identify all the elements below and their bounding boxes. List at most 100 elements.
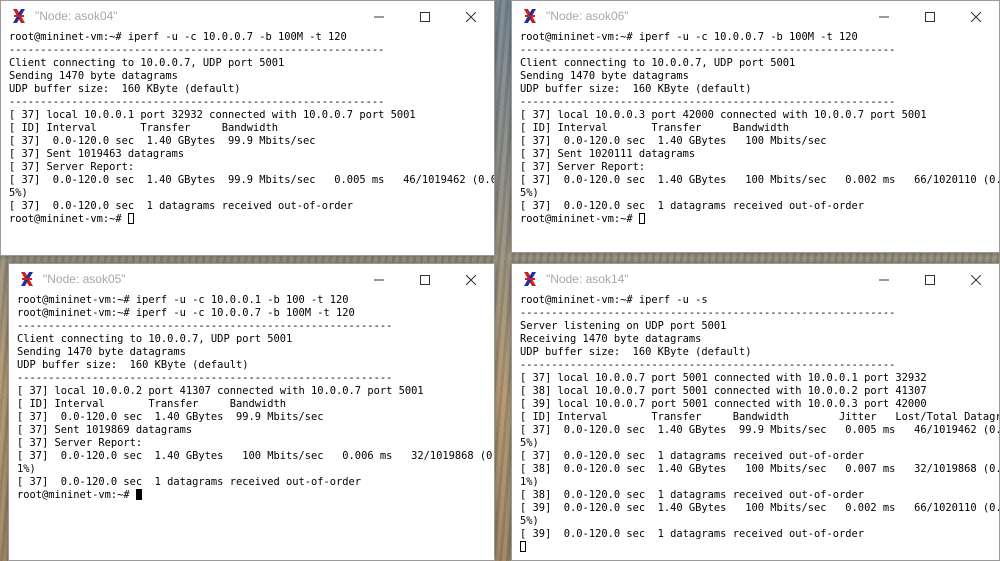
minimize-button[interactable] — [356, 1, 402, 31]
terminal-line: Server listening on UDP port 5001 — [520, 320, 727, 332]
terminal-output[interactable]: root@mininet-vm:~# iperf -u -c 10.0.0.7 … — [1, 31, 494, 226]
terminal-output[interactable]: root@mininet-vm:~# iperf -u -c 10.0.0.7 … — [512, 31, 999, 226]
x11-x-icon — [19, 271, 35, 287]
maximize-button[interactable] — [907, 1, 953, 31]
terminal-line: [ 37] 0.0-120.0 sec 1.40 GBytes 99.9 Mbi… — [520, 424, 1000, 436]
minimize-button[interactable] — [861, 264, 907, 294]
terminal-line: [ 37] local 10.0.0.7 port 5001 connected… — [520, 372, 927, 384]
maximize-icon — [420, 7, 430, 26]
terminal-line: [ 37] Server Report: — [520, 161, 646, 173]
titlebar[interactable]: "Node: asok06" — [512, 1, 999, 31]
terminal-line: [ 39] local 10.0.0.7 port 5001 connected… — [520, 398, 927, 410]
titlebar[interactable]: "Node: asok05" — [9, 264, 494, 294]
terminal-line: root@mininet-vm:~# iperf -u -c 10.0.0.7 … — [520, 31, 858, 43]
terminal-line: ----------------------------------------… — [17, 372, 393, 384]
terminal-line: [ 39] 0.0-120.0 sec 1.40 GBytes 100 Mbit… — [520, 502, 1000, 514]
maximize-button[interactable] — [402, 264, 448, 294]
terminal-window-asok04[interactable]: "Node: asok04" root@mininet-vm:~# iperf … — [0, 0, 495, 256]
terminal-line: ----------------------------------------… — [9, 96, 385, 108]
terminal-line: [ 39] 0.0-120.0 sec 1 datagrams received… — [520, 528, 865, 540]
terminal-line: [ 37] 0.0-120.0 sec 1.40 GBytes 100 Mbit… — [520, 174, 1000, 186]
terminal-line: [ 37] 0.0-120.0 sec 1 datagrams received… — [9, 200, 354, 212]
terminal-line: UDP buffer size: 160 KByte (default) — [17, 359, 249, 371]
terminal-line: [ 37] 0.0-120.0 sec 1 datagrams received… — [520, 450, 865, 462]
terminal-line: ----------------------------------------… — [9, 44, 385, 56]
x11-x-icon — [522, 271, 538, 287]
close-icon — [465, 270, 477, 289]
terminal-line: Sending 1470 byte datagrams — [17, 346, 186, 358]
terminal-line: [ 37] 0.0-120.0 sec 1.40 GBytes 99.9 Mbi… — [17, 411, 324, 423]
terminal-line: root@mininet-vm:~# iperf -u -c 10.0.0.7 … — [17, 307, 355, 319]
shell-prompt: root@mininet-vm:~# — [17, 489, 136, 501]
terminal-line: UDP buffer size: 160 KByte (default) — [520, 83, 752, 95]
terminal-line: [ 37] Server Report: — [9, 161, 135, 173]
prompt-line[interactable]: root@mininet-vm:~# — [17, 489, 494, 502]
terminal-output[interactable]: root@mininet-vm:~# iperf -u -c 10.0.0.1 … — [9, 294, 494, 502]
terminal-line: [ 37] 0.0-120.0 sec 1.40 GBytes 100 Mbit… — [520, 135, 827, 147]
maximize-button[interactable] — [402, 1, 448, 31]
terminal-line: [ 37] Sent 1019463 datagrams — [9, 148, 185, 160]
shell-prompt: root@mininet-vm:~# — [520, 213, 639, 225]
window-title: "Node: asok05" — [43, 272, 126, 286]
terminal-window-asok06[interactable]: "Node: asok06" root@mininet-vm:~# iperf … — [511, 0, 1000, 253]
terminal-line: Client connecting to 10.0.0.7, UDP port … — [9, 57, 285, 69]
close-icon — [465, 7, 477, 26]
terminal-line: root@mininet-vm:~# iperf -u -c 10.0.0.1 … — [17, 294, 349, 306]
terminal-line: [ 37] 0.0-120.0 sec 1 datagrams received… — [520, 200, 865, 212]
terminal-line: Client connecting to 10.0.0.7, UDP port … — [520, 57, 796, 69]
window-title: "Node: asok14" — [546, 272, 629, 286]
titlebar[interactable]: "Node: asok04" — [1, 1, 494, 31]
minimize-icon — [879, 7, 889, 26]
terminal-line: [ 38] 0.0-120.0 sec 1 datagrams received… — [520, 489, 865, 501]
terminal-line: root@mininet-vm:~# iperf -u -s — [520, 294, 708, 306]
maximize-button[interactable] — [907, 264, 953, 294]
terminal-line: 5%) — [9, 187, 28, 199]
terminal-line: [ 37] local 10.0.0.3 port 42000 connecte… — [520, 109, 927, 121]
window-title: "Node: asok04" — [35, 9, 118, 23]
terminal-line: Sending 1470 byte datagrams — [9, 70, 178, 82]
terminal-line: [ ID] Interval Transfer Bandwidth Jitter… — [520, 411, 1000, 423]
terminal-line: ----------------------------------------… — [520, 359, 896, 371]
terminal-line: UDP buffer size: 160 KByte (default) — [9, 83, 241, 95]
terminal-window-asok05[interactable]: "Node: asok05" root@mininet-vm:~# iperf … — [8, 263, 495, 561]
terminal-line: 5%) — [520, 437, 539, 449]
terminal-line: ----------------------------------------… — [520, 44, 896, 56]
maximize-icon — [925, 270, 935, 289]
close-button[interactable] — [448, 264, 494, 294]
terminal-line: [ 37] Sent 1020111 datagrams — [520, 148, 696, 160]
terminal-line: [ ID] Interval Transfer Bandwidth — [9, 122, 278, 134]
terminal-line: ----------------------------------------… — [17, 320, 393, 332]
prompt-line[interactable]: root@mininet-vm:~# — [9, 213, 494, 226]
close-icon — [970, 270, 982, 289]
terminal-line: 1%) — [17, 463, 36, 475]
prompt-line[interactable]: root@mininet-vm:~# — [520, 213, 999, 226]
terminal-line: 1%) — [520, 476, 539, 488]
terminal-line: 5%) — [520, 187, 539, 199]
terminal-line: Receiving 1470 byte datagrams — [520, 333, 702, 345]
close-button[interactable] — [448, 1, 494, 31]
terminal-line: [ 37] Server Report: — [17, 437, 143, 449]
terminal-line: ----------------------------------------… — [520, 96, 896, 108]
minimize-icon — [879, 270, 889, 289]
maximize-icon — [420, 270, 430, 289]
minimize-button[interactable] — [861, 1, 907, 31]
terminal-window-asok14[interactable]: "Node: asok14" root@mininet-vm:~# iperf … — [511, 263, 1000, 561]
terminal-output[interactable]: root@mininet-vm:~# iperf -u -s ----------… — [512, 294, 999, 554]
terminal-line: [ 38] local 10.0.0.7 port 5001 connected… — [520, 385, 927, 397]
text-cursor — [135, 489, 142, 500]
prompt-line[interactable] — [520, 541, 999, 554]
titlebar[interactable]: "Node: asok14" — [512, 264, 999, 294]
window-title: "Node: asok06" — [546, 9, 629, 23]
close-button[interactable] — [953, 264, 999, 294]
terminal-line: Client connecting to 10.0.0.7, UDP port … — [17, 333, 293, 345]
maximize-icon — [925, 7, 935, 26]
shell-prompt: root@mininet-vm:~# — [9, 213, 128, 225]
terminal-line: [ 37] local 10.0.0.2 port 41307 connecte… — [17, 385, 424, 397]
terminal-line: [ ID] Interval Transfer Bandwidth — [17, 398, 286, 410]
terminal-line: ----------------------------------------… — [520, 307, 896, 319]
terminal-line: Sending 1470 byte datagrams — [520, 70, 689, 82]
minimize-button[interactable] — [356, 264, 402, 294]
close-icon — [970, 7, 982, 26]
terminal-line: UDP buffer size: 160 KByte (default) — [520, 346, 752, 358]
close-button[interactable] — [953, 1, 999, 31]
